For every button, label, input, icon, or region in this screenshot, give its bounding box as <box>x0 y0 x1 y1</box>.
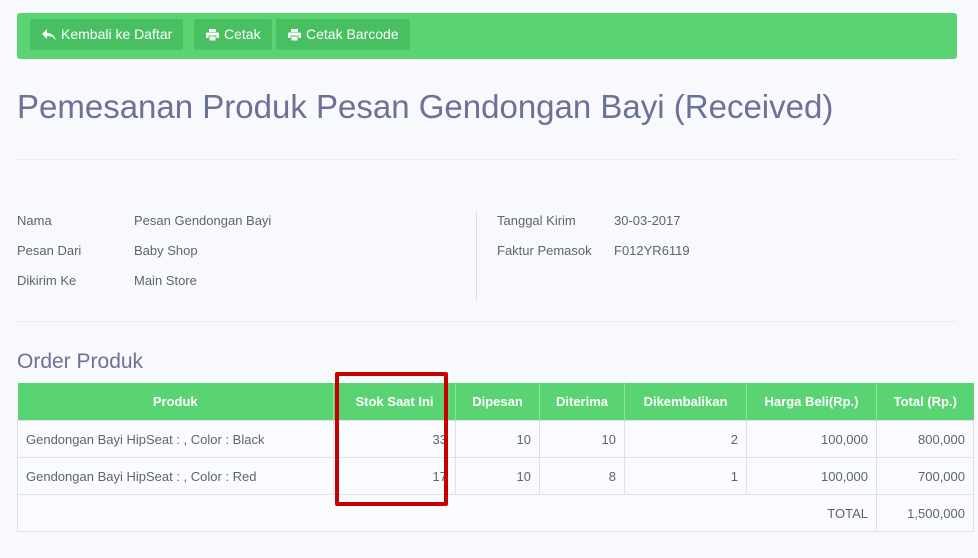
order-section-title: Order Produk <box>17 350 144 373</box>
column-header-current-stock[interactable]: Stok Saat Ini <box>333 383 456 421</box>
column-header-purchase-price[interactable]: Harga Beli(Rp.) <box>746 383 877 421</box>
ship-to-value: Main Store <box>134 273 197 288</box>
supplier-invoice-label: Faktur Pemasok <box>497 243 592 258</box>
order-products-table: Produk Stok Saat Ini Dipesan Diterima Di… <box>17 383 974 532</box>
current-stock-cell: 17 <box>333 457 456 495</box>
returned-cell: 2 <box>624 420 747 458</box>
print-barcode-button-label: Cetak Barcode <box>306 26 399 42</box>
table-total-row: TOTAL 1,500,000 <box>17 494 974 532</box>
product-cell: Gendongan Bayi HipSeat : , Color : Black <box>17 420 334 458</box>
ordered-cell: 10 <box>455 457 540 495</box>
received-cell: 8 <box>539 457 625 495</box>
column-header-received[interactable]: Diterima <box>539 383 625 421</box>
print-button[interactable]: Cetak <box>194 19 272 49</box>
action-toolbar: Kembali ke Daftar Cetak Cetak Barcode <box>17 13 957 59</box>
table-header-row: Produk Stok Saat Ini Dipesan Diterima Di… <box>17 383 974 421</box>
grand-total-value: 1,500,000 <box>876 494 974 532</box>
total-label: TOTAL <box>17 494 877 532</box>
order-from-value: Baby Shop <box>134 243 198 258</box>
ship-date-value: 30-03-2017 <box>614 213 681 228</box>
ordered-cell: 10 <box>455 420 540 458</box>
table-row: Gendongan Bayi HipSeat : , Color : Black… <box>17 420 974 458</box>
ship-date-label: Tanggal Kirim <box>497 213 576 228</box>
column-header-total[interactable]: Total (Rp.) <box>876 383 974 421</box>
purchase-price-cell: 100,000 <box>746 420 877 458</box>
received-cell: 10 <box>539 420 625 458</box>
returned-cell: 1 <box>624 457 747 495</box>
total-cell: 800,000 <box>876 420 974 458</box>
name-label: Nama <box>17 213 52 228</box>
back-button-label: Kembali ke Daftar <box>61 26 173 42</box>
supplier-invoice-value: F012YR6119 <box>614 243 690 258</box>
divider <box>17 159 957 160</box>
table-row: Gendongan Bayi HipSeat : , Color : Red 1… <box>17 457 974 495</box>
print-button-label: Cetak <box>224 26 261 42</box>
printer-icon <box>206 29 219 42</box>
print-barcode-button[interactable]: Cetak Barcode <box>276 19 410 49</box>
back-to-list-button[interactable]: Kembali ke Daftar <box>30 19 184 49</box>
info-column-divider <box>476 212 477 300</box>
reply-arrow-icon <box>42 29 56 41</box>
product-cell: Gendongan Bayi HipSeat : , Color : Red <box>17 457 334 495</box>
printer-icon <box>288 29 301 42</box>
purchase-price-cell: 100,000 <box>746 457 877 495</box>
page-title: Pemesanan Produk Pesan Gendongan Bayi (R… <box>17 88 834 125</box>
column-header-ordered[interactable]: Dipesan <box>455 383 540 421</box>
total-cell: 700,000 <box>876 457 974 495</box>
name-value: Pesan Gendongan Bayi <box>134 213 272 228</box>
order-from-label: Pesan Dari <box>17 243 82 258</box>
divider <box>17 321 957 322</box>
column-header-returned[interactable]: Dikembalikan <box>624 383 747 421</box>
ship-to-label: Dikirim Ke <box>17 273 77 288</box>
current-stock-cell: 33 <box>333 420 456 458</box>
column-header-product[interactable]: Produk <box>17 383 334 421</box>
